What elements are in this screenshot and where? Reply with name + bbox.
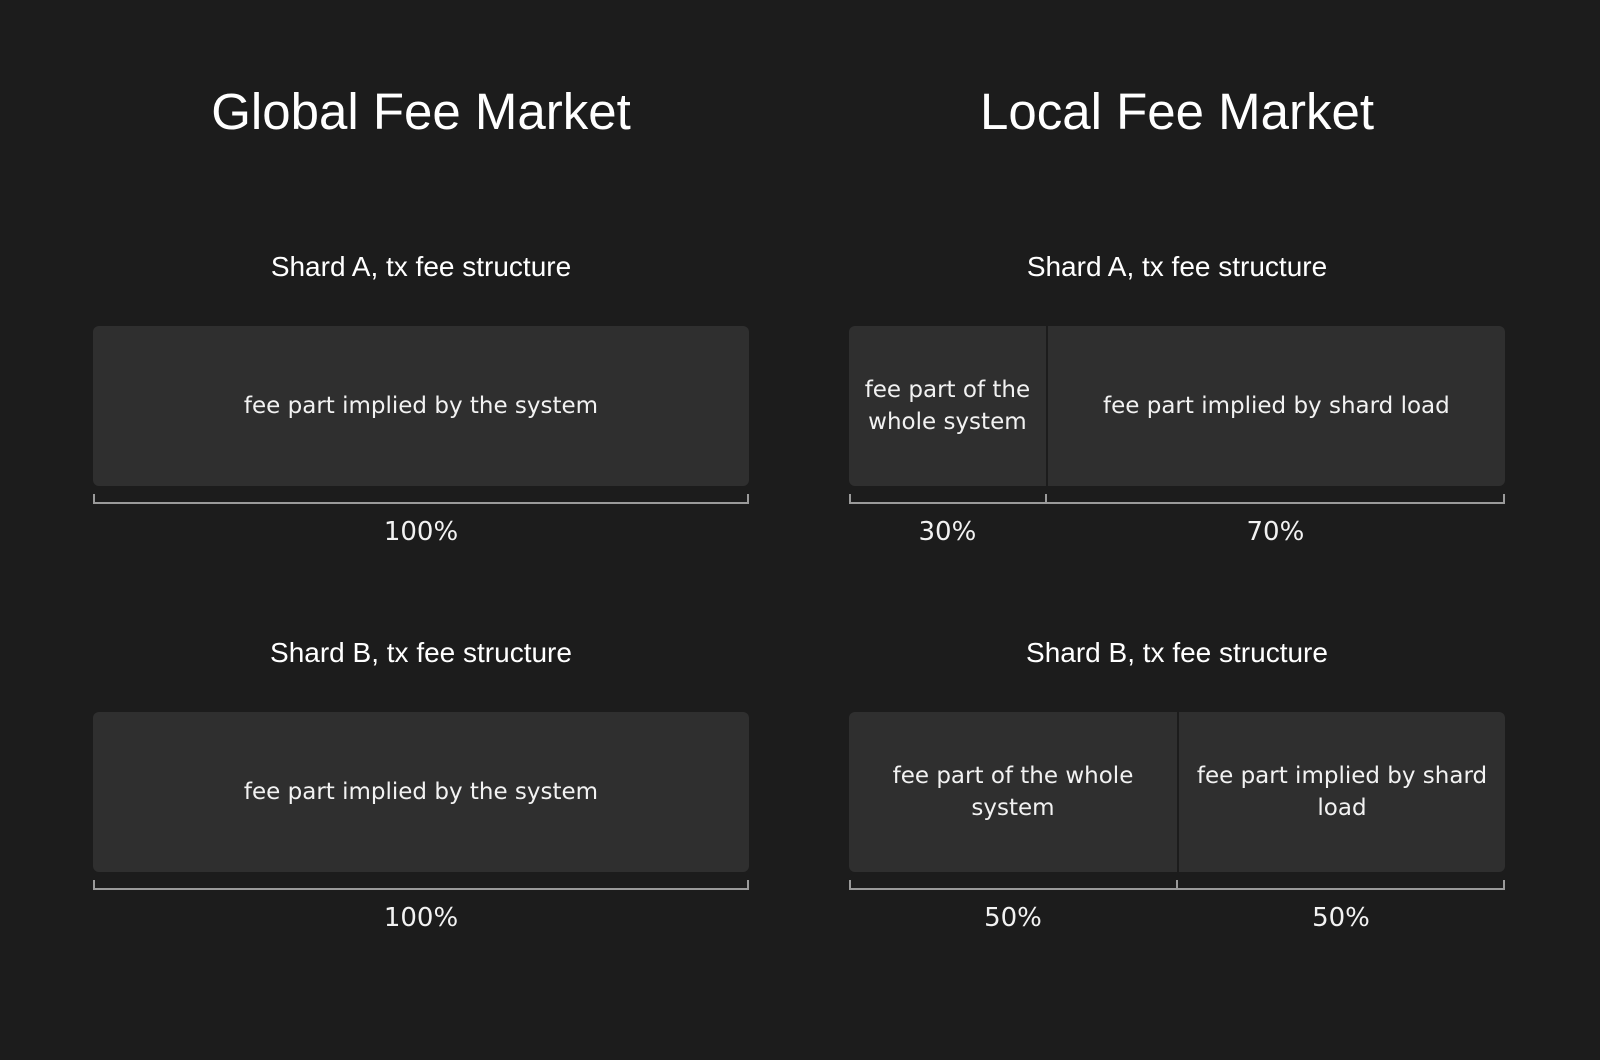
local-shard-b-fee-bar: fee part of the whole system fee part im… xyxy=(849,712,1505,872)
bracket-tick xyxy=(1503,880,1505,890)
global-shard-a-percent-row: 100% xyxy=(93,514,749,550)
global-shard-a-group: Shard A, tx fee structure fee part impli… xyxy=(93,250,749,550)
local-shard-b-percent-row: 50% 50% xyxy=(849,900,1505,936)
global-shard-a-title: Shard A, tx fee structure xyxy=(270,251,572,282)
global-shard-b-title: Shard B, tx fee structure xyxy=(270,637,572,668)
local-shard-b-group: Shard B, tx fee structure fee part of th… xyxy=(849,636,1505,936)
local-shard-b-shard-load-fee-percent: 50% xyxy=(1312,903,1370,933)
local-shard-a-group: Shard A, tx fee structure fee part of th… xyxy=(849,250,1505,550)
global-shard-b-group: Shard B, tx fee structure fee part impli… xyxy=(93,636,749,936)
local-shard-b-shard-load-fee-segment: fee part implied by shard load xyxy=(1177,712,1505,872)
global-shard-a-system-fee-segment: fee part implied by the system xyxy=(243,393,599,419)
local-shard-b-whole-system-fee-percent: 50% xyxy=(984,903,1042,933)
global-shard-a-fee-bar: fee part implied by the system xyxy=(93,326,749,486)
bracket-tick xyxy=(1503,494,1505,504)
global-shard-b-bracket xyxy=(93,880,749,890)
bracket-tick xyxy=(747,880,749,890)
global-shard-b-system-fee-segment: fee part implied by the system xyxy=(243,779,599,805)
local-fee-market-title: Local Fee Market xyxy=(979,83,1374,140)
bracket-line xyxy=(93,888,749,890)
local-fee-market-column: Local Fee Market Shard A, tx fee structu… xyxy=(849,0,1505,1060)
bracket-line xyxy=(93,502,749,504)
bracket-line xyxy=(849,502,1505,504)
local-shard-a-whole-system-fee-percent: 30% xyxy=(918,517,977,547)
bracket-tick xyxy=(93,880,95,890)
bracket-tick xyxy=(849,494,851,504)
local-shard-a-percent-row: 30% 70% xyxy=(849,514,1505,550)
local-shard-a-shard-load-fee-percent: 70% xyxy=(1246,517,1305,547)
global-fee-market-column: Global Fee Market Shard A, tx fee struct… xyxy=(93,0,749,1060)
local-shard-a-shard-load-fee-segment: fee part implied by shard load xyxy=(1045,326,1505,486)
global-shard-b-system-fee-percent: 100% xyxy=(383,903,459,933)
local-shard-a-title: Shard A, tx fee structure xyxy=(1026,251,1328,282)
bracket-tick xyxy=(1044,494,1047,504)
local-shard-b-title: Shard B, tx fee structure xyxy=(1026,637,1328,668)
global-shard-a-bracket xyxy=(93,494,749,504)
local-shard-a-bracket xyxy=(849,494,1505,504)
global-shard-a-system-fee-percent: 100% xyxy=(383,517,459,547)
local-shard-a-fee-bar: fee part of the whole system fee part im… xyxy=(849,326,1505,486)
global-shard-b-fee-bar: fee part implied by the system xyxy=(93,712,749,872)
global-fee-market-title: Global Fee Market xyxy=(211,83,631,140)
local-shard-b-bracket xyxy=(849,880,1505,890)
local-shard-b-whole-system-fee-segment: fee part of the whole system xyxy=(892,763,1134,821)
global-shard-b-percent-row: 100% xyxy=(93,900,749,936)
local-shard-a-whole-system-fee-segment: fee part of the whole system xyxy=(864,377,1031,435)
bracket-tick xyxy=(93,494,95,504)
bracket-tick xyxy=(747,494,749,504)
bracket-tick xyxy=(1176,880,1178,890)
bracket-tick xyxy=(849,880,851,890)
